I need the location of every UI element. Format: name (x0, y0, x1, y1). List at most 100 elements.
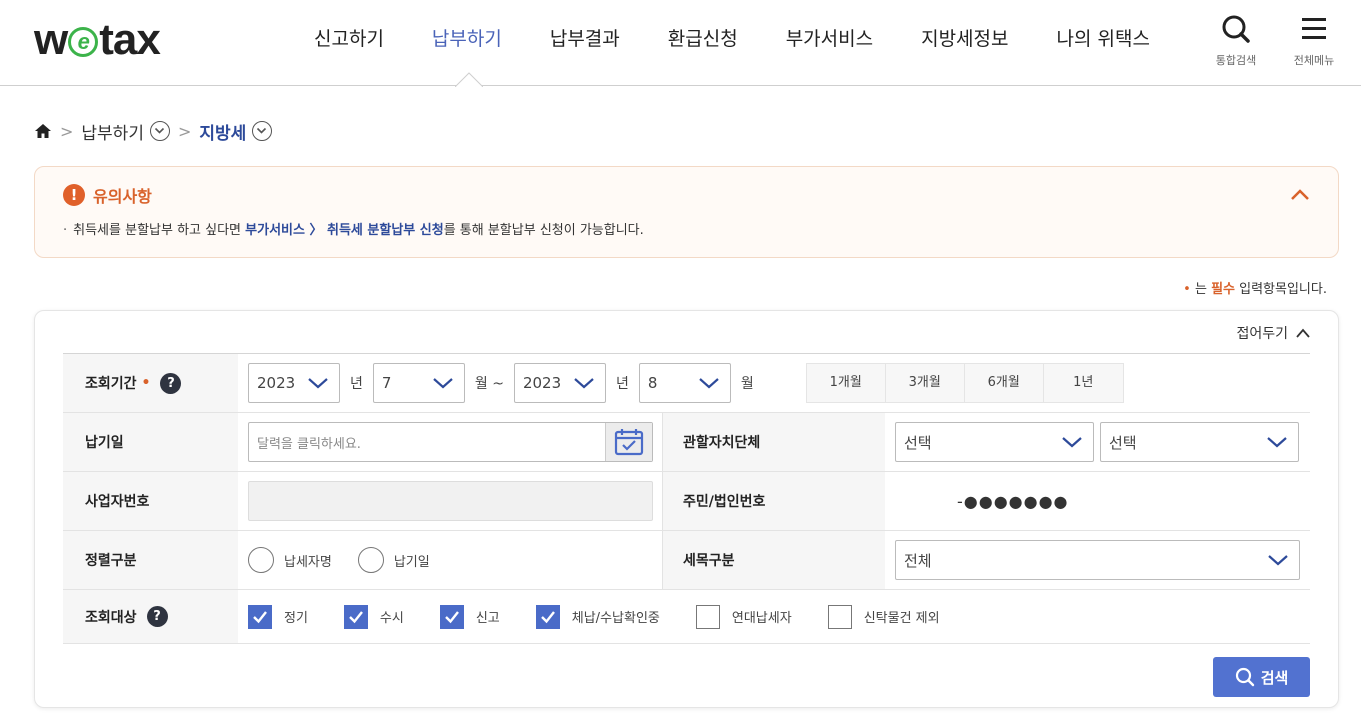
target-occasional-checkbox[interactable]: 수시 (343, 604, 404, 629)
biz-no-label: 사업자번호 (63, 472, 238, 530)
nav-item-my-wetax[interactable]: 나의 위택스 (1033, 0, 1174, 86)
all-menu-button[interactable]: 전체메뉴 (1284, 14, 1344, 68)
sort-by-taxpayer-label: 납세자명 (284, 554, 332, 570)
home-icon[interactable] (34, 122, 52, 140)
breadcrumb-level1[interactable]: 납부하기 (81, 119, 144, 144)
form-row-target: 조회대상 ? 정기 수시 신고 체납/수납확인중 연대납세자 신탁물건 제외 (63, 590, 1310, 644)
breadcrumb-level2-dropdown[interactable] (252, 121, 273, 141)
period-3-month-button[interactable]: 3개월 (885, 364, 965, 402)
target-joint-taxpayer-label: 연대납세자 (731, 611, 792, 626)
collapse-toggle[interactable]: 접어두기 (1236, 323, 1310, 343)
nav-item-refund[interactable]: 환급신청 (644, 0, 762, 86)
wetax-logo[interactable]: w e tax (34, 15, 161, 64)
notice-installment-link[interactable]: 부가서비스 〉 취득세 분할납부 신청 (245, 223, 444, 238)
to-month-select[interactable]: 8 (638, 363, 731, 403)
help-icon[interactable]: ? (160, 372, 182, 394)
sort-options: 납세자명 납기일 (238, 531, 662, 589)
chevron-up-icon (1296, 328, 1310, 338)
tax-type-value: 전체 (904, 551, 932, 570)
target-report-checkbox[interactable]: 신고 (439, 604, 500, 629)
help-icon[interactable]: ? (146, 606, 168, 627)
form-row-period: 조회기간 • ? 2023 년 7 월 ~ 2023 년 8 월 1개월 3개월… (63, 354, 1310, 413)
sort-by-due-date-radio[interactable]: 납기일 (357, 547, 430, 573)
chevron-down-icon (1062, 437, 1082, 448)
pay-date-input[interactable]: 달력을 클릭하세요. (248, 422, 653, 462)
pay-date-placeholder: 달력을 클릭하세요. (257, 436, 361, 452)
logo-text-tax: tax (99, 15, 161, 64)
target-regular-label: 정기 (284, 611, 308, 626)
search-form-panel: 접어두기 조회기간 • ? 2023 년 7 월 ~ 2023 년 8 월 1개… (34, 310, 1339, 708)
from-month-select[interactable]: 7 (372, 363, 465, 403)
warning-icon: ! (63, 184, 85, 206)
to-year-value: 2023 (522, 374, 562, 392)
region-sigungu-select[interactable]: 선택 (1100, 422, 1299, 462)
breadcrumb-level1-dropdown[interactable] (149, 121, 170, 141)
breadcrumb-separator: > (177, 121, 192, 141)
nav-item-local-tax-info[interactable]: 지방세정보 (897, 0, 1032, 86)
biz-no-input[interactable] (248, 481, 653, 521)
nav-item-extra-services[interactable]: 부가서비스 (762, 0, 897, 86)
target-label-text: 조회대상 (85, 609, 137, 626)
sort-label: 정렬구분 (63, 531, 238, 589)
integrated-search-button[interactable]: 통합검색 (1206, 14, 1266, 68)
target-exclude-trust-checkbox[interactable]: 신탁물건 제외 (827, 604, 940, 629)
collapse-label: 접어두기 (1236, 326, 1288, 342)
region-label: 관할자치단체 (662, 413, 885, 471)
nav-item-payment-result[interactable]: 납부결과 (526, 0, 644, 86)
logo-text-w: w (34, 15, 68, 64)
period-6-month-button[interactable]: 6개월 (964, 364, 1044, 402)
breadcrumb-level2[interactable]: 지방세 (199, 119, 246, 144)
month-unit: 월 (740, 376, 754, 392)
resident-no-field: -●●●●●●● (885, 472, 1310, 530)
required-mark: • (141, 375, 151, 391)
resident-no-masked: -●●●●●●● (957, 491, 1069, 511)
target-checkboxes: 정기 수시 신고 체납/수납확인중 연대납세자 신탁물건 제외 (238, 590, 976, 643)
nav-item-report[interactable]: 신고하기 (290, 0, 408, 86)
target-joint-taxpayer-checkbox[interactable]: 연대납세자 (695, 604, 792, 629)
biz-no-field (238, 472, 662, 530)
required-field-note: • 는 필수 입력항목입니다. (1183, 278, 1327, 297)
checkbox-box (343, 604, 368, 629)
period-label-text: 조회기간 (85, 376, 137, 392)
pay-date-field: 달력을 클릭하세요. (238, 413, 662, 471)
period-1-month-button[interactable]: 1개월 (806, 364, 886, 402)
search-button[interactable]: 검색 (1213, 657, 1310, 697)
checkbox-box (439, 604, 464, 629)
target-report-label: 신고 (475, 611, 500, 626)
hamburger-menu-icon (1302, 18, 1326, 39)
month-unit-tilde: 월 ~ (474, 376, 504, 392)
to-month-value: 8 (647, 374, 658, 392)
radio-circle (248, 547, 274, 573)
to-year-select[interactable]: 2023 (513, 363, 606, 403)
check-icon (444, 610, 459, 623)
tax-type-select[interactable]: 전체 (895, 540, 1300, 580)
sort-by-taxpayer-radio[interactable]: 납세자명 (248, 547, 332, 573)
region-sigungu-value: 선택 (1109, 433, 1137, 452)
tax-type-label: 세목구분 (662, 531, 885, 589)
from-year-select[interactable]: 2023 (248, 363, 340, 403)
bullet: · (63, 223, 68, 238)
chevron-down-icon (699, 378, 719, 389)
chevron-up-icon[interactable] (1288, 183, 1312, 207)
region-fields: 선택 선택 (885, 413, 1310, 471)
all-menu-label: 전체메뉴 (1293, 54, 1335, 67)
region-sido-select[interactable]: 선택 (895, 422, 1094, 462)
site-header: w e tax 신고하기 납부하기 납부결과 환급신청 부가서비스 지방세정보 나의… (0, 0, 1361, 87)
region-sido-value: 선택 (904, 433, 932, 452)
check-icon (253, 610, 267, 623)
chevron-down-icon (1268, 555, 1288, 566)
breadcrumb: > 납부하기 > 지방세 (34, 118, 273, 144)
from-year-value: 2023 (257, 374, 296, 392)
target-label: 조회대상 ? (63, 590, 238, 643)
period-1-year-button[interactable]: 1년 (1043, 364, 1123, 402)
form-row-paydate: 납기일 달력을 클릭하세요. 관할자치단체 선택 선택 (63, 413, 1310, 472)
chevron-down-icon (257, 127, 267, 134)
pay-date-label: 납기일 (63, 413, 238, 471)
calendar-button[interactable] (605, 423, 652, 461)
required-note-post: 입력항목입니다. (1235, 282, 1327, 297)
required-note-strong: 필수 (1211, 282, 1235, 297)
target-arrears-checkbox[interactable]: 체납/수납확인중 (535, 604, 660, 629)
search-button-label: 검색 (1260, 668, 1289, 687)
target-regular-checkbox[interactable]: 정기 (248, 604, 308, 629)
form-row-sort: 정렬구분 납세자명 납기일 세목구분 전체 (63, 531, 1310, 590)
